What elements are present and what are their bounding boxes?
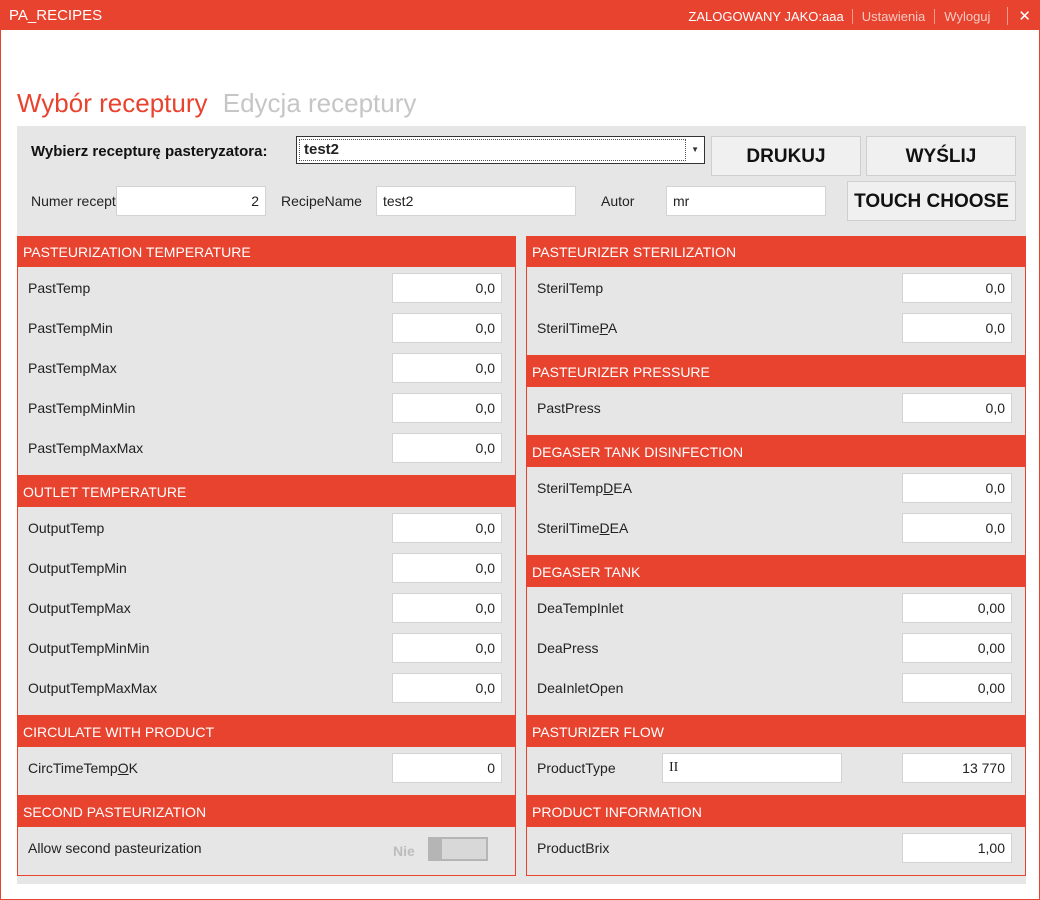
- dea-inlet-open-field[interactable]: 0,00: [902, 673, 1012, 703]
- title-bar: PA_RECIPES ZALOGOWANY JAKO:aaa Ustawieni…: [1, 0, 1040, 30]
- output-temp-max-label: OutputTempMax: [28, 600, 131, 616]
- dea-inlet-open-label: DeaInletOpen: [537, 680, 624, 696]
- steril-time-pa-label: SterilTimePA: [537, 320, 618, 336]
- logged-user-label: ZALOGOWANY JAKO:aaa: [688, 8, 844, 24]
- author-field[interactable]: mr: [666, 186, 826, 216]
- section-title: PASTURIZER FLOW: [527, 717, 1025, 747]
- past-press-field[interactable]: 0,0: [902, 393, 1012, 423]
- steril-temp-field[interactable]: 0,0: [902, 273, 1012, 303]
- settings-link[interactable]: Ustawienia: [851, 8, 935, 24]
- pasteurizer-pressure-section: PASTEURIZER PRESSURE PastPress 0,0: [526, 356, 1026, 436]
- output-temp-max-max-label: OutputTempMaxMax: [28, 680, 158, 696]
- allow-second-pasteurization-label: Allow second pasteurization: [28, 840, 202, 856]
- choose-recipe-label: Wybierz recepturę pasteryzatora:: [31, 143, 268, 160]
- recipe-number-field[interactable]: 2: [116, 186, 266, 216]
- pasturizer-flow-section: PASTURIZER FLOW ProductType II 13 770: [526, 716, 1026, 796]
- touch-choose-button[interactable]: TOUCH CHOOSE: [847, 181, 1016, 221]
- past-press-label: PastPress: [537, 400, 601, 416]
- section-title: CIRCULATE WITH PRODUCT: [18, 717, 515, 747]
- past-temp-min-min-label: PastTempMinMin: [28, 400, 136, 416]
- product-type-label: ProductType: [537, 760, 616, 776]
- recipe-name-field[interactable]: test2: [376, 186, 576, 216]
- dea-press-field[interactable]: 0,00: [902, 633, 1012, 663]
- app-title: PA_RECIPES: [9, 7, 103, 24]
- output-temp-min-field[interactable]: 0,0: [392, 553, 502, 583]
- steril-time-pa-field[interactable]: 0,0: [902, 313, 1012, 343]
- output-temp-max-field[interactable]: 0,0: [392, 593, 502, 623]
- steril-temp-dea-field[interactable]: 0,0: [902, 473, 1012, 503]
- section-title: SECOND PASTEURIZATION: [18, 797, 515, 827]
- logout-link[interactable]: Wyloguj: [934, 8, 999, 24]
- section-title: DEGASER TANK DISINFECTION: [527, 437, 1025, 467]
- past-temp-min-min-field[interactable]: 0,0: [392, 393, 502, 423]
- toggle-knob: [430, 839, 442, 859]
- product-brix-field[interactable]: 1,00: [902, 833, 1012, 863]
- product-information-section: PRODUCT INFORMATION ProductBrix 1,00: [526, 796, 1026, 876]
- past-temp-max-max-field[interactable]: 0,0: [392, 433, 502, 463]
- circ-time-temp-ok-label: CircTimeTempOK: [28, 760, 138, 776]
- steril-time-dea-label: SterilTimeDEA: [537, 520, 629, 536]
- output-temp-field[interactable]: 0,0: [392, 513, 502, 543]
- tab-recipe-editing[interactable]: Edycja receptury: [223, 88, 417, 118]
- product-flow-field[interactable]: 13 770: [902, 753, 1012, 783]
- section-title: PRODUCT INFORMATION: [527, 797, 1025, 827]
- dea-press-label: DeaPress: [537, 640, 599, 656]
- steril-temp-label: SterilTemp: [537, 280, 604, 296]
- output-temp-min-min-label: OutputTempMinMin: [28, 640, 150, 656]
- past-temp-max-field[interactable]: 0,0: [392, 353, 502, 383]
- circ-time-temp-ok-field[interactable]: 0: [392, 753, 502, 783]
- send-button[interactable]: WYŚLIJ: [866, 136, 1016, 176]
- steril-time-dea-field[interactable]: 0,0: [902, 513, 1012, 543]
- dea-temp-inlet-label: DeaTempInlet: [537, 600, 624, 616]
- app-window: PA_RECIPES ZALOGOWANY JAKO:aaa Ustawieni…: [0, 0, 1040, 900]
- dea-temp-inlet-field[interactable]: 0,00: [902, 593, 1012, 623]
- author-label: Autor: [601, 193, 635, 209]
- toggle-state-label: Nie: [393, 843, 415, 859]
- output-temp-min-min-field[interactable]: 0,0: [392, 633, 502, 663]
- past-temp-max-max-label: PastTempMaxMax: [28, 440, 144, 456]
- section-title: PASTEURIZER PRESSURE: [527, 357, 1025, 387]
- circulate-with-product-section: CIRCULATE WITH PRODUCT CircTimeTempOK 0: [17, 716, 516, 796]
- section-title: OUTLET TEMPERATURE: [18, 477, 515, 507]
- chevron-down-icon[interactable]: ▼: [691, 145, 699, 154]
- recipe-select[interactable]: test2 ▼: [296, 136, 705, 164]
- title-bar-actions: ZALOGOWANY JAKO:aaa Ustawienia Wyloguj ✕: [688, 7, 1031, 25]
- past-temp-min-label: PastTempMin: [28, 320, 113, 336]
- past-temp-label: PastTemp: [28, 280, 91, 296]
- tab-recipe-selection[interactable]: Wybór receptury: [17, 88, 208, 118]
- past-temp-min-field[interactable]: 0,0: [392, 313, 502, 343]
- recipe-number-label: Numer recept: [31, 193, 116, 209]
- steril-temp-dea-label: SterilTempDEA: [537, 480, 632, 496]
- print-button[interactable]: DRUKUJ: [711, 136, 861, 176]
- past-temp-max-label: PastTempMax: [28, 360, 117, 376]
- past-temp-field[interactable]: 0,0: [392, 273, 502, 303]
- output-temp-max-max-field[interactable]: 0,0: [392, 673, 502, 703]
- tab-strip: Wybór receptury Edycja receptury: [17, 88, 416, 119]
- recipe-select-value: test2: [299, 139, 686, 161]
- pasteurizer-sterilization-section: PASTEURIZER STERILIZATION SterilTemp 0,0…: [526, 236, 1026, 356]
- close-icon[interactable]: ✕: [1007, 7, 1031, 25]
- recipe-name-label: RecipeName: [281, 193, 362, 209]
- product-brix-label: ProductBrix: [537, 840, 610, 856]
- output-temp-min-label: OutputTempMin: [28, 560, 127, 576]
- pasteurization-temperature-section: PASTEURIZATION TEMPERATURE PastTemp 0,0 …: [17, 236, 516, 476]
- second-pasteurization-toggle[interactable]: [428, 837, 488, 861]
- section-title: PASTEURIZATION TEMPERATURE: [18, 237, 515, 267]
- degaser-tank-section: DEGASER TANK DeaTempInlet 0,00 DeaPress …: [526, 556, 1026, 716]
- second-pasteurization-section: SECOND PASTEURIZATION Allow second paste…: [17, 796, 516, 876]
- section-title: PASTEURIZER STERILIZATION: [527, 237, 1025, 267]
- section-title: DEGASER TANK: [527, 557, 1025, 587]
- degaser-tank-disinfection-section: DEGASER TANK DISINFECTION SterilTempDEA …: [526, 436, 1026, 556]
- output-temp-label: OutputTemp: [28, 520, 105, 536]
- outlet-temperature-section: OUTLET TEMPERATURE OutputTemp 0,0 Output…: [17, 476, 516, 716]
- product-type-field[interactable]: II: [662, 753, 842, 783]
- main-panel: Wybierz recepturę pasteryzatora: test2 ▼…: [17, 126, 1026, 884]
